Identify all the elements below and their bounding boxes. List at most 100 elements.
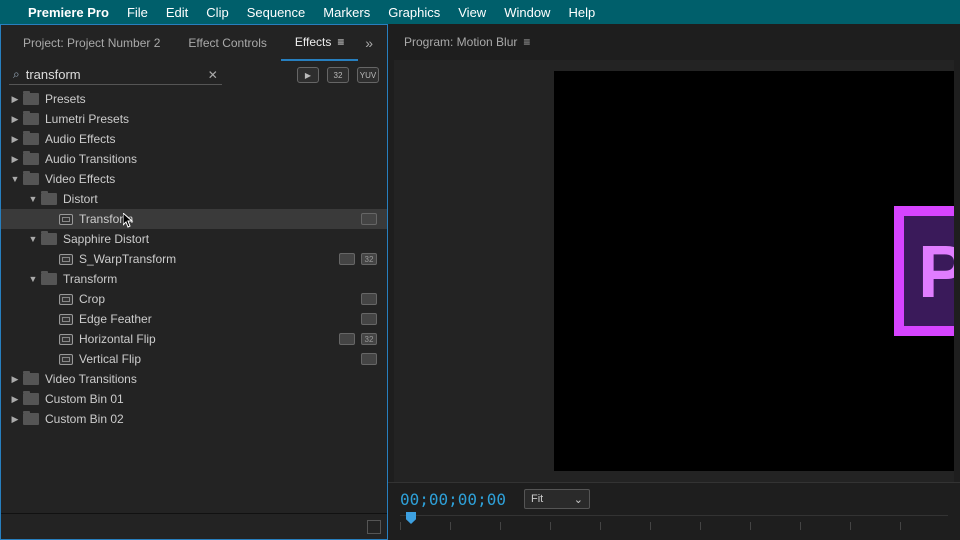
tree-item-label: Vertical Flip <box>79 352 141 366</box>
folder-icon <box>41 273 57 285</box>
tab-effect-controls[interactable]: Effect Controls <box>174 25 280 61</box>
tree-item-label: Audio Transitions <box>45 152 137 166</box>
disclosure-triangle-icon[interactable]: ▶ <box>9 414 21 425</box>
program-panel: Program: Motion Blur ≡ Pr 00;00;00;00 Fi… <box>388 24 960 540</box>
search-icon: ⌕ <box>13 67 20 82</box>
menu-edit[interactable]: Edit <box>166 5 188 20</box>
menu-help[interactable]: Help <box>568 5 595 20</box>
badge-32bit[interactable]: 32 <box>327 67 349 83</box>
effect-tags <box>361 313 377 325</box>
tree-folder[interactable]: ▼ Sapphire Distort <box>1 229 387 249</box>
badge-yuv[interactable]: YUV <box>357 67 379 83</box>
tree-folder[interactable]: ▶ Audio Transitions <box>1 149 387 169</box>
zoom-select[interactable]: Fit ⌄ <box>524 489 590 509</box>
effect-preset-icon <box>59 254 73 265</box>
effects-tree: ▶Presets▶Lumetri Presets▶Audio Effects▶A… <box>1 89 387 513</box>
effect-tags <box>361 353 377 365</box>
tab-program[interactable]: Program: Motion Blur ≡ <box>396 24 538 60</box>
tab-project[interactable]: Project: Project Number 2 <box>9 25 174 61</box>
tree-item-label: Presets <box>45 92 86 106</box>
tree-folder[interactable]: ▼ Video Effects <box>1 169 387 189</box>
disclosure-triangle-icon[interactable]: ▶ <box>9 134 21 145</box>
effects-panel: Project: Project Number 2 Effect Control… <box>0 24 388 540</box>
panel-menu-icon[interactable]: ≡ <box>523 35 530 49</box>
program-timeline-ruler[interactable] <box>400 515 948 533</box>
tab-effects-label: Effects <box>295 35 331 49</box>
menu-sequence[interactable]: Sequence <box>247 5 306 20</box>
disclosure-triangle-icon[interactable]: ▶ <box>9 374 21 385</box>
tree-folder[interactable]: ▶Video Transitions <box>1 369 387 389</box>
folder-icon <box>23 153 39 165</box>
menu-file[interactable]: File <box>127 5 148 20</box>
program-timecode[interactable]: 00;00;00;00 <box>400 490 506 509</box>
effects-search-input[interactable] <box>26 67 202 82</box>
disclosure-triangle-icon[interactable]: ▶ <box>9 114 21 125</box>
tree-effect[interactable]: S_WarpTransform 32 <box>1 249 387 269</box>
system-menubar: Premiere Pro File Edit Clip Sequence Mar… <box>0 0 960 24</box>
tree-folder[interactable]: ▶ Custom Bin 02 <box>1 409 387 429</box>
tree-folder[interactable]: ▶ Presets <box>1 89 387 109</box>
effect-tag-badge <box>361 213 377 225</box>
disclosure-triangle-icon[interactable]: ▶ <box>9 94 21 105</box>
disclosure-triangle-icon[interactable]: ▶ <box>9 394 21 405</box>
folder-icon <box>23 93 39 105</box>
tree-effect[interactable]: Horizontal Flip32 <box>1 329 387 349</box>
disclosure-triangle-icon[interactable]: ▶ <box>9 154 21 165</box>
effect-tags: 32 <box>339 253 377 265</box>
new-bin-icon[interactable] <box>367 520 381 534</box>
chevron-down-icon: ⌄ <box>574 493 583 506</box>
folder-icon <box>23 133 39 145</box>
tree-folder[interactable]: ▶ Lumetri Presets <box>1 109 387 129</box>
tree-effect[interactable]: Transform <box>1 209 387 229</box>
tree-effect[interactable]: Crop <box>1 289 387 309</box>
tree-item-label: Lumetri Presets <box>45 112 129 126</box>
folder-icon <box>23 113 39 125</box>
tree-item-label: Sapphire Distort <box>63 232 149 246</box>
effect-tag-badge <box>361 353 377 365</box>
tree-folder[interactable]: ▼ Transform <box>1 269 387 289</box>
effects-search-field[interactable]: ⌕ ✕ <box>9 65 222 85</box>
menu-markers[interactable]: Markers <box>323 5 370 20</box>
tree-effect[interactable]: Vertical Flip <box>1 349 387 369</box>
tree-item-label: Crop <box>79 292 105 306</box>
tree-item-label: Custom Bin 01 <box>45 392 124 406</box>
disclosure-triangle-icon[interactable]: ▼ <box>27 194 39 204</box>
menu-clip[interactable]: Clip <box>206 5 228 20</box>
folder-icon <box>41 193 57 205</box>
tab-program-label: Program: Motion Blur <box>404 35 517 49</box>
menu-window[interactable]: Window <box>504 5 550 20</box>
disclosure-triangle-icon[interactable]: ▼ <box>27 234 39 244</box>
tree-item-label: Custom Bin 02 <box>45 412 124 426</box>
menu-graphics[interactable]: Graphics <box>388 5 440 20</box>
disclosure-triangle-icon[interactable]: ▼ <box>27 274 39 284</box>
disclosure-triangle-icon[interactable]: ▼ <box>9 174 21 184</box>
tree-item-label: Video Effects <box>45 172 115 186</box>
program-viewer[interactable]: Pr <box>394 60 954 482</box>
folder-icon <box>23 413 39 425</box>
tree-folder[interactable]: ▶Audio Effects <box>1 129 387 149</box>
program-transport: 00;00;00;00 Fit ⌄ <box>388 482 960 540</box>
effect-tags <box>361 213 377 225</box>
tree-item-label: Transform <box>63 272 117 286</box>
program-viewer-canvas: Pr <box>554 71 954 471</box>
app-name[interactable]: Premiere Pro <box>28 5 109 20</box>
tab-effects[interactable]: Effects ≡ <box>281 25 358 61</box>
tree-folder[interactable]: ▶ Custom Bin 01 <box>1 389 387 409</box>
panel-footer <box>1 513 387 539</box>
badge-accelerated[interactable]: ▶ <box>297 67 319 83</box>
tree-effect[interactable]: Edge Feather <box>1 309 387 329</box>
effect-tag-badge <box>361 293 377 305</box>
panel-menu-icon[interactable]: ≡ <box>337 35 344 49</box>
clear-search-icon[interactable]: ✕ <box>208 68 218 82</box>
menu-view[interactable]: View <box>458 5 486 20</box>
effect-preset-icon <box>59 354 73 365</box>
effect-tag-badge <box>361 313 377 325</box>
folder-icon <box>23 173 39 185</box>
tree-item-label: S_WarpTransform <box>79 252 176 266</box>
panel-overflow-icon[interactable]: » <box>359 35 379 51</box>
folder-icon <box>23 393 39 405</box>
ruler-ticks <box>400 522 948 530</box>
effects-search-row: ⌕ ✕ ▶ 32 YUV <box>1 61 387 89</box>
tree-folder[interactable]: ▼Distort <box>1 189 387 209</box>
premiere-logo: Pr <box>894 206 954 336</box>
